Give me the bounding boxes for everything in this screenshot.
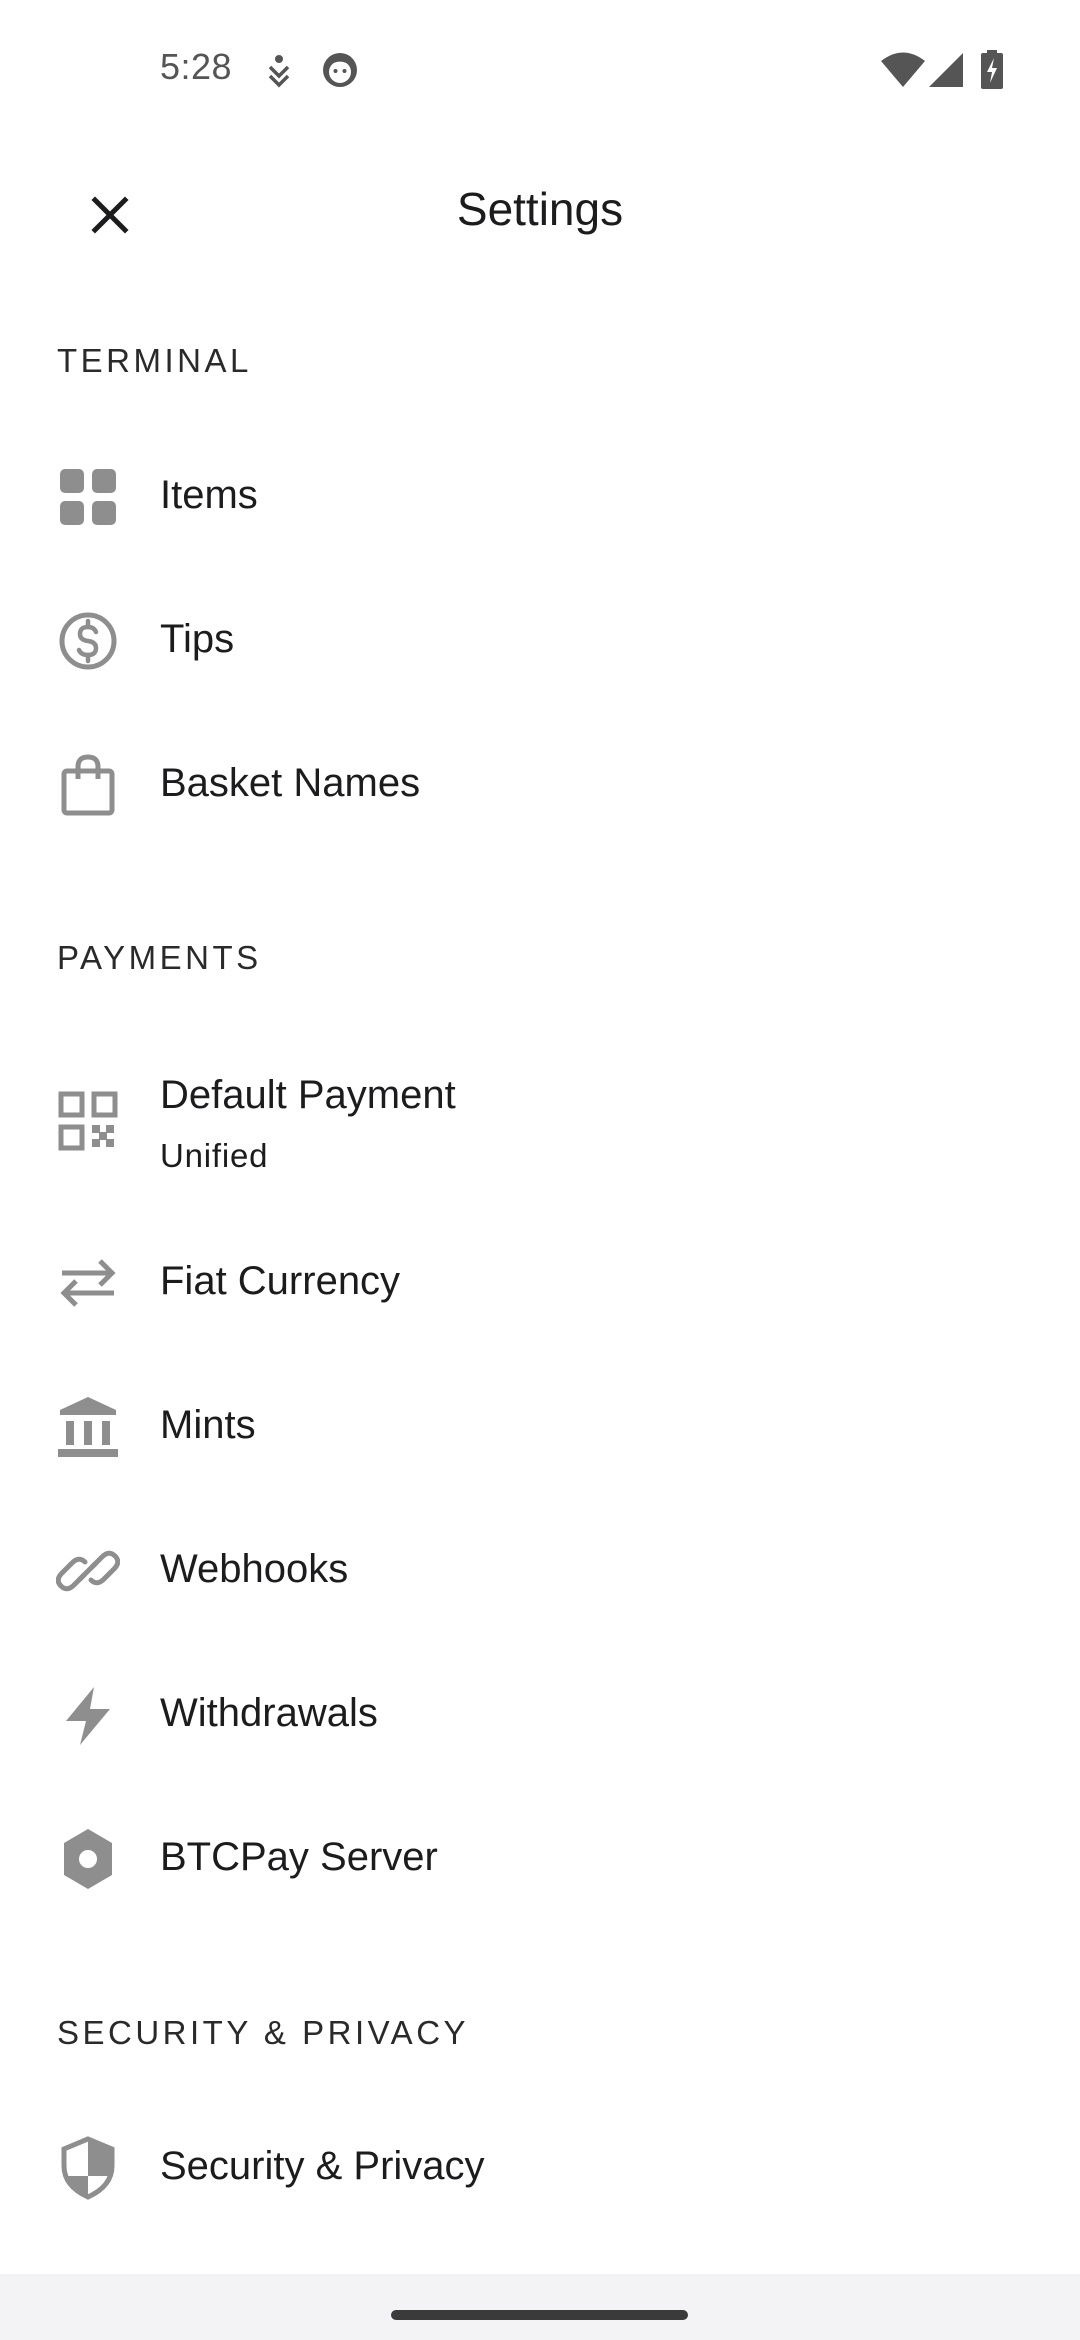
home-indicator[interactable] (391, 2310, 688, 2320)
settings-row-label: Mints (160, 1403, 256, 1447)
app-header: Settings (0, 150, 1080, 280)
section-header-payments: PAYMENTS (57, 939, 262, 976)
shield-icon (61, 2136, 115, 2200)
battery-charging-icon (981, 50, 1003, 89)
settings-row-label: Default Payment (160, 1073, 456, 1117)
page-title: Settings (456, 183, 624, 235)
settings-row-items[interactable]: Items (0, 435, 1080, 555)
settings-row-label: Withdrawals (160, 1691, 378, 1735)
settings-row-withdrawals[interactable]: Withdrawals (0, 1653, 1080, 1773)
link-icon (56, 1550, 120, 1592)
settings-row-label: Security & Privacy (160, 2144, 485, 2188)
wifi-icon (881, 52, 925, 87)
settings-row-webhooks[interactable]: Webhooks (0, 1509, 1080, 1629)
shopping-bag-icon (61, 754, 115, 816)
settings-row-tips[interactable]: Tips (0, 579, 1080, 699)
settings-row-label: Fiat Currency (160, 1259, 401, 1303)
status-bar: 5:28 (0, 0, 1080, 140)
settings-row-value: Unified (160, 1137, 269, 1174)
dollar-circle-icon (59, 612, 117, 670)
settings-row-btcpay-server[interactable]: BTCPay Server (0, 1797, 1080, 1917)
settings-row-default-payment[interactable]: Default Payment Unified (0, 1053, 1080, 1193)
bank-icon (58, 1397, 118, 1457)
settings-row-label: Tips (160, 617, 235, 661)
settings-gear-icon (64, 1829, 112, 1889)
settings-row-mints[interactable]: Mints (0, 1365, 1080, 1485)
settings-row-label: Basket Names (160, 761, 421, 805)
section-header-security-privacy: SECURITY & PRIVACY (57, 2014, 470, 2051)
settings-row-label: Webhooks (160, 1547, 349, 1591)
accessibility-icon (268, 55, 290, 88)
section-header-terminal: TERMINAL (57, 342, 252, 379)
grid-icon (60, 469, 116, 525)
lightning-icon (66, 1687, 110, 1745)
settings-row-label: Items (160, 473, 258, 517)
face-icon (323, 53, 357, 87)
swap-arrows-icon (60, 1259, 116, 1307)
qr-code-icon (58, 1091, 118, 1151)
settings-row-basket-names[interactable]: Basket Names (0, 723, 1080, 843)
navigation-bar (0, 2274, 1080, 2340)
cellular-signal-icon (929, 53, 963, 87)
settings-row-security-privacy[interactable]: Security & Privacy (0, 2106, 1080, 2226)
status-time: 5:28 (160, 46, 233, 87)
settings-row-label: BTCPay Server (160, 1835, 438, 1879)
settings-row-fiat-currency[interactable]: Fiat Currency (0, 1221, 1080, 1341)
